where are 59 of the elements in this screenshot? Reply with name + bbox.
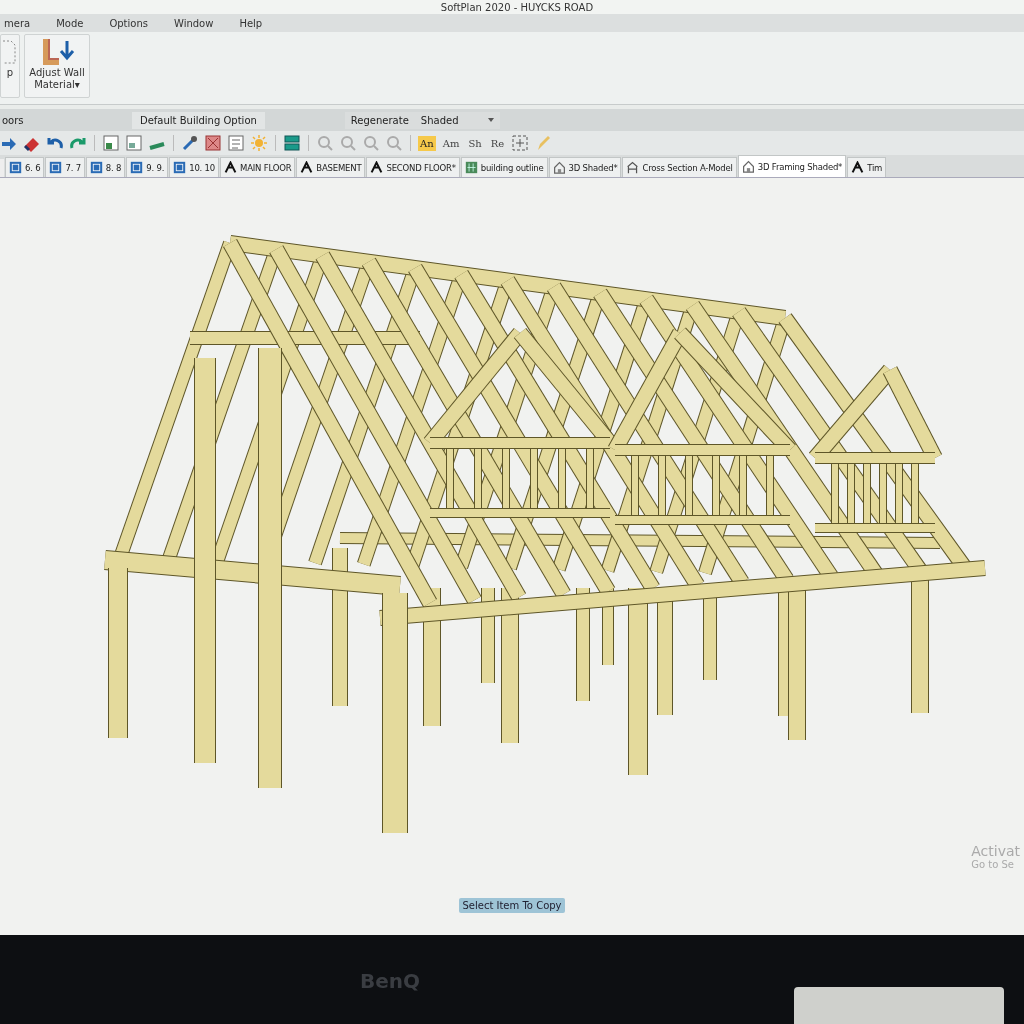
menu-item[interactable]: Options — [105, 17, 170, 29]
view-tab[interactable]: Cross Section A-Model — [622, 157, 737, 177]
view-tab[interactable]: 3D Shaded* — [548, 157, 622, 177]
letter-a-icon — [224, 161, 238, 174]
menu-item[interactable]: Window — [170, 17, 236, 29]
letter-a-icon — [300, 161, 314, 174]
view-tab[interactable]: 6. 6 — [5, 157, 45, 177]
letter-a-icon — [851, 161, 865, 174]
window-title: SoftPlan 2020 - HUYCKS ROAD — [440, 1, 594, 13]
letter-a-icon — [370, 161, 384, 174]
section-icon — [626, 161, 640, 174]
menu-item[interactable]: Mode — [52, 17, 106, 29]
menu-item[interactable]: mera — [0, 17, 53, 29]
view-tab[interactable]: SECOND FLOOR* — [366, 157, 460, 177]
floor-plan-icon — [173, 161, 187, 174]
floor-plan-icon — [49, 161, 63, 174]
zoom-icon[interactable] — [385, 134, 403, 152]
grid-icon — [464, 161, 478, 174]
status-prompt: Select Item To Copy — [459, 898, 565, 913]
ribbon-button[interactable]: Adjust Wall Material▾ — [24, 34, 90, 98]
view-tab[interactable]: 7. 7 — [45, 157, 85, 177]
floor-plan-icon — [130, 161, 144, 174]
floor-plan-icon — [89, 161, 103, 174]
layers-icon[interactable] — [283, 134, 301, 152]
display-toggle[interactable]: Am — [440, 135, 462, 151]
regenerate-button[interactable]: Regenerate — [344, 111, 415, 129]
zoom-icon[interactable] — [339, 134, 357, 152]
frame-plus-icon[interactable] — [511, 134, 530, 152]
image-icon[interactable] — [125, 134, 143, 152]
view-tab[interactable]: Tim — [847, 157, 887, 177]
view-tab[interactable]: building outline — [460, 157, 548, 177]
render-mode-dropdown[interactable]: Shaded — [414, 111, 501, 129]
view-tab[interactable]: BASEMENT — [296, 157, 366, 177]
sun-icon[interactable] — [250, 134, 268, 152]
activation-hint: Go to Se — [971, 859, 1015, 870]
panel-label: oors — [1, 114, 25, 126]
view-tab[interactable]: 3D Framing Shaded* — [737, 155, 847, 177]
pattern-icon[interactable] — [204, 134, 222, 152]
display-toggle[interactable]: Sh — [466, 135, 484, 151]
view-tab[interactable]: 8. 8 — [85, 157, 126, 177]
house-icon — [741, 160, 755, 173]
building-option-button[interactable]: Default Building Option — [132, 111, 265, 129]
page-icon[interactable] — [3, 37, 17, 67]
ribbon-button[interactable]: p — [0, 34, 20, 98]
display-toggle[interactable]: An — [418, 135, 436, 151]
caret-icon — [488, 118, 495, 122]
house-icon — [552, 161, 566, 174]
zoom-icon[interactable] — [316, 134, 334, 152]
view-tab[interactable]: 9. 9. — [126, 157, 169, 177]
zoom-icon[interactable] — [362, 134, 380, 152]
list-icon[interactable] — [227, 134, 245, 152]
activation-title: Activat — [971, 843, 1020, 859]
display-toggle[interactable]: Re — [488, 135, 507, 151]
wand-icon[interactable] — [181, 134, 199, 152]
menu-item[interactable]: Help — [235, 17, 285, 29]
view-tab[interactable]: MAIN FLOOR — [220, 157, 296, 177]
view-tab[interactable]: 10. 10 — [169, 157, 220, 177]
floor-plan-icon — [9, 161, 22, 174]
image-icon[interactable] — [102, 134, 120, 152]
